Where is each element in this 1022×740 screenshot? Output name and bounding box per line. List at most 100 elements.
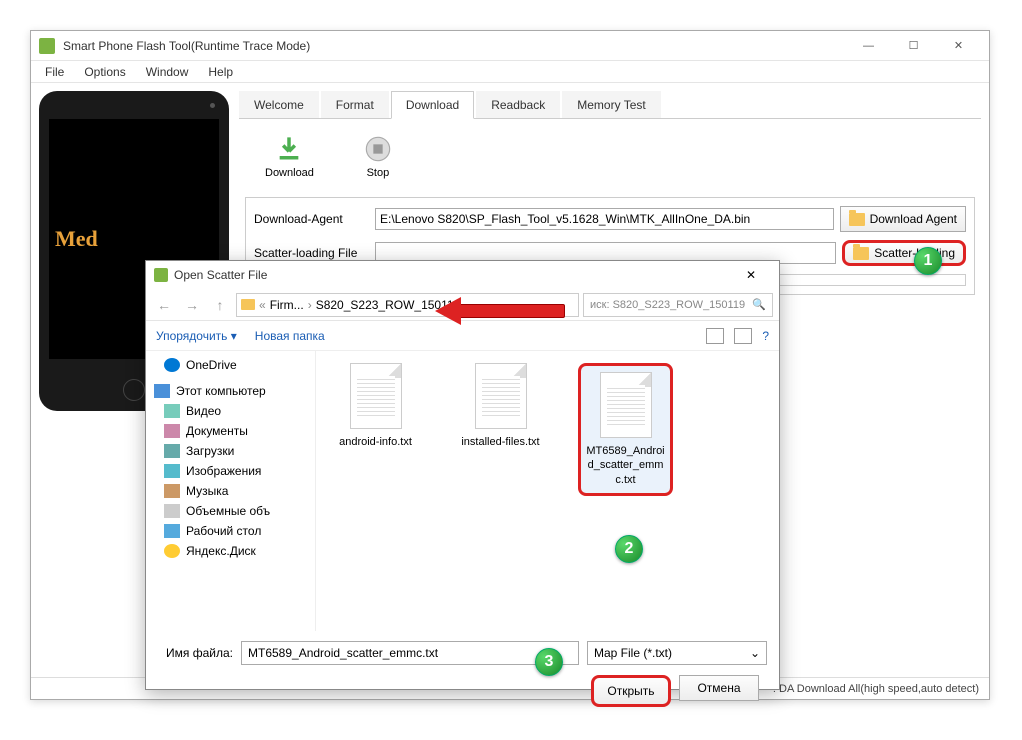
footer-buttons: Открыть Отмена	[158, 675, 767, 707]
text-file-icon	[350, 363, 402, 429]
da-label: Download-Agent	[254, 212, 369, 226]
view-details-button[interactable]	[734, 328, 752, 344]
text-file-icon	[475, 363, 527, 429]
sidebar-video[interactable]: Видео	[146, 401, 315, 421]
annotation-arrow	[435, 300, 565, 322]
tab-format[interactable]: Format	[321, 91, 389, 118]
images-icon	[164, 464, 180, 478]
sidebar-desktop[interactable]: Рабочий стол	[146, 521, 315, 541]
download-agent-button[interactable]: Download Agent	[840, 206, 966, 232]
sidebar-3d-objects[interactable]: Объемные объ	[146, 501, 315, 521]
cancel-button[interactable]: Отмена	[679, 675, 759, 701]
nav-forward-button[interactable]: →	[180, 293, 204, 317]
open-file-dialog: Open Scatter File ✕ ← → ↑ « Firm... › S8…	[145, 260, 780, 690]
download-label: Download	[265, 167, 314, 179]
dialog-body: OneDrive Этот компьютер Видео Документы …	[146, 351, 779, 631]
sidebar: OneDrive Этот компьютер Видео Документы …	[146, 351, 316, 631]
file-android-info[interactable]: android-info.txt	[328, 363, 423, 449]
music-icon	[164, 484, 180, 498]
file-pane[interactable]: android-info.txt installed-files.txt MT6…	[316, 351, 779, 631]
crumb-firm[interactable]: Firm...	[270, 298, 304, 312]
action-row: Download Stop	[245, 129, 975, 193]
dialog-title: Open Scatter File	[174, 268, 731, 282]
maximize-button[interactable]: ☐	[891, 32, 936, 60]
sidebar-yandex-disk[interactable]: Яндекс.Диск	[146, 541, 315, 561]
open-button[interactable]: Открыть	[591, 675, 671, 707]
search-input[interactable]: иск: S820_S223_ROW_150119 🔍	[583, 293, 773, 317]
tab-download[interactable]: Download	[391, 91, 474, 119]
yandex-disk-icon	[164, 544, 180, 558]
filename-row: Имя файла: Map File (*.txt) ⌄	[158, 641, 767, 665]
folder-icon	[853, 247, 869, 260]
sidebar-downloads[interactable]: Загрузки	[146, 441, 315, 461]
toolbar-right: ?	[706, 328, 769, 344]
new-folder-button[interactable]: Новая папка	[255, 329, 325, 343]
phone-camera-icon	[210, 103, 215, 108]
phone-brand-text: Med	[55, 226, 98, 252]
filetype-value: Map File (*.txt)	[594, 646, 672, 660]
titlebar: Smart Phone Flash Tool(Runtime Trace Mod…	[31, 31, 989, 61]
download-button[interactable]: Download	[265, 135, 314, 179]
tab-welcome[interactable]: Welcome	[239, 91, 319, 118]
search-icon: 🔍	[752, 298, 766, 311]
menu-window[interactable]: Window	[136, 63, 199, 81]
search-placeholder: иск: S820_S223_ROW_150119	[590, 299, 745, 311]
crumb-sep: «	[259, 298, 266, 312]
sidebar-documents[interactable]: Документы	[146, 421, 315, 441]
folder-icon	[241, 299, 255, 310]
step-badge-2: 2	[615, 535, 643, 563]
text-file-icon	[600, 372, 652, 438]
tab-memory-test[interactable]: Memory Test	[562, 91, 660, 118]
file-label: android-info.txt	[339, 435, 412, 449]
nav-up-button[interactable]: ↑	[208, 293, 232, 317]
stop-icon	[364, 135, 392, 163]
file-scatter-emmc[interactable]: MT6589_Android_scatter_emmc.txt	[578, 363, 673, 496]
scatter-loading-button[interactable]: Scatter-loading	[842, 240, 966, 266]
dialog-titlebar: Open Scatter File ✕	[146, 261, 779, 289]
tab-bar: Welcome Format Download Readback Memory …	[239, 91, 981, 119]
sidebar-onedrive[interactable]: OneDrive	[146, 355, 315, 375]
phone-home-icon	[123, 379, 145, 401]
menu-help[interactable]: Help	[198, 63, 243, 81]
filename-label: Имя файла:	[158, 646, 233, 660]
close-button[interactable]: ✕	[936, 32, 981, 60]
view-options-button[interactable]	[706, 328, 724, 344]
file-installed-files[interactable]: installed-files.txt	[453, 363, 548, 449]
menu-options[interactable]: Options	[74, 63, 135, 81]
sidebar-music[interactable]: Музыка	[146, 481, 315, 501]
sidebar-this-pc[interactable]: Этот компьютер	[146, 381, 315, 401]
downloads-icon	[164, 444, 180, 458]
help-button[interactable]: ?	[762, 329, 769, 343]
dialog-icon	[154, 268, 168, 282]
documents-icon	[164, 424, 180, 438]
window-controls: — ☐ ✕	[846, 32, 981, 60]
status-text: : DA Download All(high speed,auto detect…	[773, 683, 979, 695]
da-input[interactable]	[375, 208, 834, 230]
folder-icon	[849, 213, 865, 226]
stop-label: Stop	[367, 167, 390, 179]
file-label: MT6589_Android_scatter_emmc.txt	[585, 444, 666, 487]
tab-readback[interactable]: Readback	[476, 91, 560, 118]
pc-icon	[154, 384, 170, 398]
filename-input[interactable]	[241, 641, 579, 665]
minimize-button[interactable]: —	[846, 32, 891, 60]
app-icon	[39, 38, 55, 54]
dialog-close-button[interactable]: ✕	[731, 268, 771, 282]
filetype-select[interactable]: Map File (*.txt) ⌄	[587, 641, 767, 665]
onedrive-icon	[164, 358, 180, 372]
step-badge-1: 1	[914, 247, 942, 275]
download-icon	[275, 135, 303, 163]
file-label: installed-files.txt	[461, 435, 539, 449]
step-badge-3: 3	[535, 648, 563, 676]
window-title: Smart Phone Flash Tool(Runtime Trace Mod…	[63, 39, 846, 53]
crumb-sep: ›	[308, 298, 312, 312]
desktop-icon	[164, 524, 180, 538]
da-btn-label: Download Agent	[870, 212, 957, 226]
organize-button[interactable]: Упорядочить ▾	[156, 329, 237, 343]
sidebar-images[interactable]: Изображения	[146, 461, 315, 481]
menu-file[interactable]: File	[35, 63, 74, 81]
nav-back-button[interactable]: ←	[152, 293, 176, 317]
dialog-footer: Имя файла: Map File (*.txt) ⌄ Открыть От…	[146, 631, 779, 717]
stop-button[interactable]: Stop	[364, 135, 392, 179]
video-icon	[164, 404, 180, 418]
